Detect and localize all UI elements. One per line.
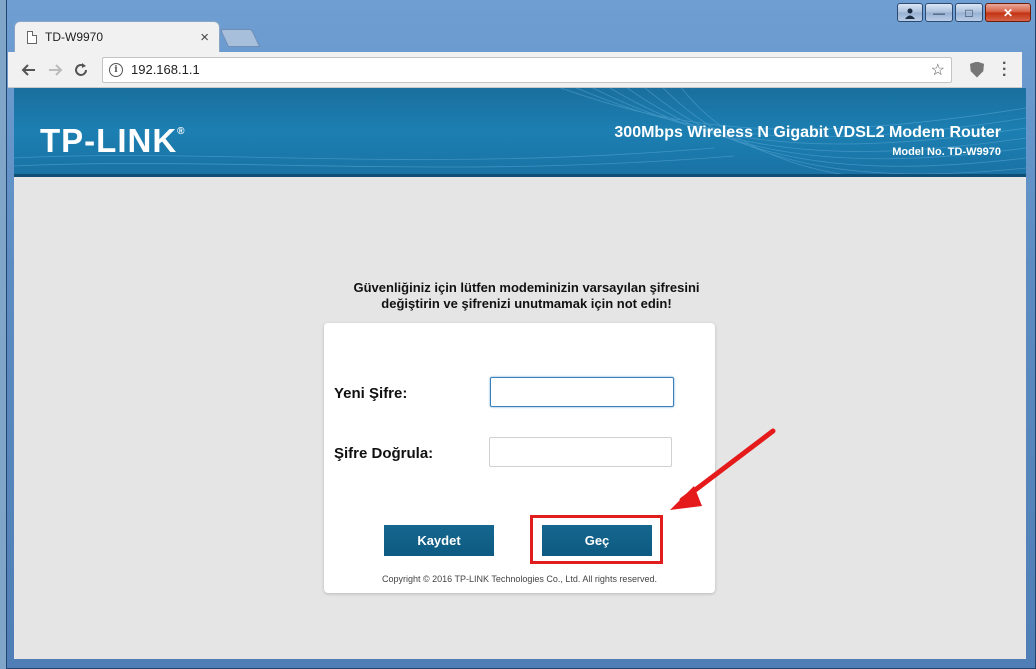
- tp-link-logo: TP-LINK®: [40, 122, 186, 159]
- router-header: TP-LINK® 300Mbps Wireless N Gigabit VDSL…: [14, 88, 1026, 177]
- tab-title: TD-W9970: [45, 30, 104, 44]
- maximize-button[interactable]: □: [955, 3, 983, 22]
- notice-line-1: Güvenliğiniz için lütfen modeminizin var…: [353, 280, 700, 295]
- close-window-button[interactable]: ✕: [985, 3, 1031, 22]
- page-icon: [27, 30, 37, 44]
- url-text[interactable]: 192.168.1.1: [131, 62, 931, 77]
- password-card: Yeni Şifre: Şifre Doğrula: Kaydet Geç Co…: [324, 323, 715, 593]
- notice-line-2: değiştirin ve şifrenizi unutmamak için n…: [381, 296, 672, 311]
- copyright-text: Copyright © 2016 TP-LINK Technologies Co…: [382, 574, 657, 584]
- security-notice: Güvenliğiniz için lütfen modeminizin var…: [314, 280, 739, 312]
- info-icon[interactable]: i: [109, 62, 123, 77]
- confirm-password-label: Şifre Doğrula:: [334, 445, 434, 462]
- menu-icon[interactable]: · · ·: [1002, 55, 1007, 83]
- address-bar[interactable]: i 192.168.1.1 ☆: [102, 56, 952, 83]
- tab-close-icon[interactable]: ×: [200, 29, 209, 46]
- forward-icon[interactable]: [42, 57, 68, 83]
- router-page: TP-LINK® 300Mbps Wireless N Gigabit VDSL…: [14, 88, 1026, 659]
- skip-button[interactable]: Geç: [542, 525, 652, 556]
- reload-icon[interactable]: [68, 57, 94, 83]
- new-password-label: Yeni Şifre:: [334, 385, 408, 402]
- shield-icon[interactable]: [970, 61, 984, 78]
- window-controls: — □ ✕: [897, 3, 1031, 22]
- new-password-field[interactable]: [490, 377, 674, 407]
- star-icon[interactable]: ☆: [931, 60, 945, 80]
- back-icon[interactable]: [16, 57, 42, 83]
- browser-toolbar: i 192.168.1.1 ☆ · · ·: [8, 52, 1022, 88]
- minimize-button[interactable]: —: [925, 3, 953, 22]
- product-name: 300Mbps Wireless N Gigabit VDSL2 Modem R…: [614, 124, 1001, 141]
- browser-tab[interactable]: TD-W9970 ×: [14, 21, 220, 52]
- model-number: Model No. TD-W9970: [892, 146, 1001, 158]
- user-icon[interactable]: [897, 3, 923, 22]
- save-button[interactable]: Kaydet: [384, 525, 494, 556]
- confirm-password-field[interactable]: [489, 437, 672, 467]
